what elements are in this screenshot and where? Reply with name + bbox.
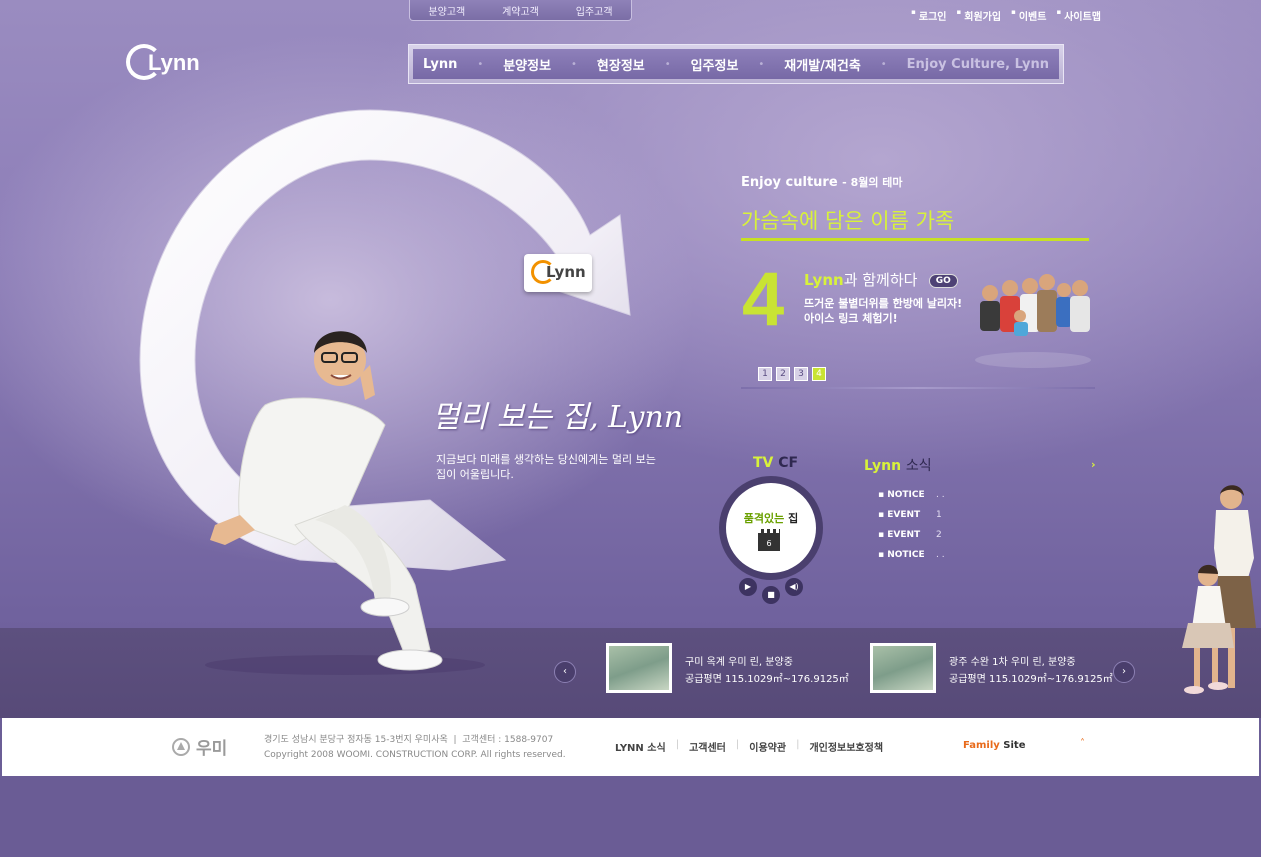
news-item[interactable]: NOTICE. . [878, 490, 944, 510]
family-photo [975, 274, 1091, 368]
hero-subcopy: 지금보다 미래를 생각하는 당신에게는 멀리 보는 집이 어울립니다. [436, 453, 656, 481]
clapperboard-icon: 6 [758, 529, 780, 551]
page-2-button[interactable]: 2 [776, 367, 790, 381]
theme-subtitle: Lynn과 함께하다 GO [804, 269, 958, 290]
family-site-toggle-icon[interactable]: ˄ [1080, 738, 1085, 749]
join-link[interactable]: 회원가입 [957, 8, 1001, 23]
nav-sales-info[interactable]: 분양정보 [503, 55, 551, 74]
sitemap-link[interactable]: 사이트맵 [1056, 8, 1101, 23]
project-info-gwangju[interactable]: 광주 수완 1차 우미 린, 분양중 공급평면 115.1029㎡~176.91… [949, 654, 1113, 688]
lynn-logo[interactable]: Lynn [126, 42, 206, 88]
utility-links: 로그인 회원가입 이벤트 사이트맵 [911, 8, 1101, 23]
page-4-button[interactable]: 4 [812, 367, 826, 381]
project-area: 공급평면 115.1029㎡~176.9125㎡ [685, 674, 849, 685]
footer-link-news[interactable]: LYNN 소식 [615, 739, 666, 754]
page-bottom [0, 776, 1261, 857]
family-site-label-b: Site [1003, 740, 1026, 751]
lynn-badge-text: Lynn [546, 263, 586, 281]
footer-links: LYNN 소식 | 고객센터 | 이용약관 | 개인정보보호정책 [615, 739, 884, 754]
event-link[interactable]: 이벤트 [1011, 8, 1047, 23]
family-site-label-a: Family [963, 740, 1000, 751]
model-mother-child [1182, 485, 1256, 694]
theme-underline [741, 238, 1089, 241]
lynn-badge[interactable]: Lynn [524, 254, 592, 292]
news-item[interactable]: EVENT2 [878, 530, 945, 550]
tab-resident-customer[interactable]: 입주고객 [576, 3, 613, 18]
tv-cf-title-a: TV [753, 455, 774, 471]
nav-lynn[interactable]: Lynn [423, 57, 457, 72]
prev-project-button[interactable]: ‹ [554, 661, 576, 683]
tv-cf-caption-a: 품격있는 [743, 512, 785, 525]
theme-divider [741, 387, 1095, 389]
nav-site-info[interactable]: 현장정보 [597, 55, 645, 74]
tab-contract-customer[interactable]: 계약고객 [502, 3, 539, 18]
news-item[interactable]: NOTICE. . [878, 550, 944, 570]
copyright: Copyright 2008 WOOMI. CONSTRUCTION CORP.… [264, 750, 566, 760]
project-thumb-gumi[interactable] [606, 643, 672, 693]
address-text: 경기도 성남시 분당구 정자동 15-3번지 우미사옥 [264, 735, 448, 745]
footer-link-terms[interactable]: 이용약관 [749, 739, 786, 754]
go-button[interactable]: GO [928, 273, 958, 288]
nav-move-in-info[interactable]: 입주정보 [691, 55, 739, 74]
project-thumb-gwangju[interactable] [870, 643, 936, 693]
project-name: 광주 수완 1차 우미 린, 분양중 [949, 657, 1076, 668]
tv-cf-title-b: CF [778, 455, 799, 471]
logo-text: Lynn [148, 50, 200, 75]
sound-button[interactable]: ◀) [785, 578, 803, 596]
news-more-button[interactable]: › [1091, 458, 1096, 471]
tv-cf-caption: 품격있는 집 [726, 510, 816, 526]
tab-sales-customer[interactable]: 분양고객 [428, 3, 465, 18]
theme-desc-line1: 뜨거운 불볕더위를 한방에 날리자! [804, 297, 963, 310]
news-title-text: 소식 [905, 458, 932, 474]
theme-pager: 1 2 3 4 [758, 367, 826, 381]
theme-heading-main: Enjoy culture [741, 175, 838, 190]
tv-cf-player[interactable]: 품격있는 집 6 [719, 476, 823, 580]
page-3-button[interactable]: 3 [794, 367, 808, 381]
project-area: 공급평면 115.1029㎡~176.9125㎡ [949, 674, 1113, 685]
theme-subtitle-text: 과 함께하다 [843, 271, 918, 289]
login-link[interactable]: 로그인 [911, 8, 947, 23]
service-center: 고객센터 : 1588-9707 [462, 735, 554, 745]
theme-description: 뜨거운 불볕더위를 한방에 날리자! 아이스 링크 체험기! [804, 296, 962, 326]
theme-title: 가슴속에 담은 이름 가족 [741, 209, 955, 233]
theme-subtitle-brand: Lynn [804, 271, 844, 289]
woomi-mark-icon [172, 737, 190, 756]
play-button[interactable]: ▶ [739, 578, 757, 596]
news-title: Lynn 소식 [864, 455, 932, 475]
project-info-gumi[interactable]: 구미 옥계 우미 린, 분양중 공급평면 115.1029㎡~176.9125㎡ [685, 654, 849, 688]
theme-heading-sub: - 8월의 테마 [842, 176, 903, 189]
footer-link-service[interactable]: 고객센터 [689, 739, 726, 754]
news-title-brand: Lynn [864, 458, 902, 474]
news-item[interactable]: EVENT1 [878, 510, 945, 530]
page-1-button[interactable]: 1 [758, 367, 772, 381]
footer-link-privacy[interactable]: 개인정보보호정책 [809, 739, 883, 754]
theme-heading: Enjoy culture - 8월의 테마 [741, 174, 903, 190]
news-list: NOTICE. . EVENT1 EVENT2 NOTICE. . [878, 490, 945, 570]
customer-tabs: 분양고객 계약고객 입주고객 [409, 0, 632, 21]
model-man [205, 331, 485, 675]
nav-enjoy-culture[interactable]: Enjoy Culture, Lynn [907, 57, 1049, 72]
next-project-button[interactable]: › [1113, 661, 1135, 683]
family-site-select[interactable]: Family Site [963, 740, 1025, 751]
woomi-logo[interactable]: 우미 [172, 734, 227, 759]
main-nav: Lynn • 분양정보 • 현장정보 • 입주정보 • 재개발/재건축 • Enjoy C… [408, 44, 1064, 84]
tv-cf-title: TV CF [753, 455, 798, 471]
theme-desc-line2: 아이스 링크 체험기! [804, 312, 898, 325]
hero-slogan: 멀리 보는 집, Lynn [432, 400, 684, 435]
tv-cf-caption-b: 집 [788, 512, 799, 525]
nav-redevelopment[interactable]: 재개발/재건축 [784, 55, 861, 74]
theme-number: 4 [742, 257, 785, 342]
stop-button[interactable]: ■ [762, 586, 780, 604]
project-name: 구미 옥계 우미 린, 분양중 [685, 657, 793, 668]
footer-address: 경기도 성남시 분당구 정자동 15-3번지 우미사옥 | 고객센터 : 158… [264, 733, 566, 763]
woomi-logo-text: 우미 [196, 739, 228, 759]
